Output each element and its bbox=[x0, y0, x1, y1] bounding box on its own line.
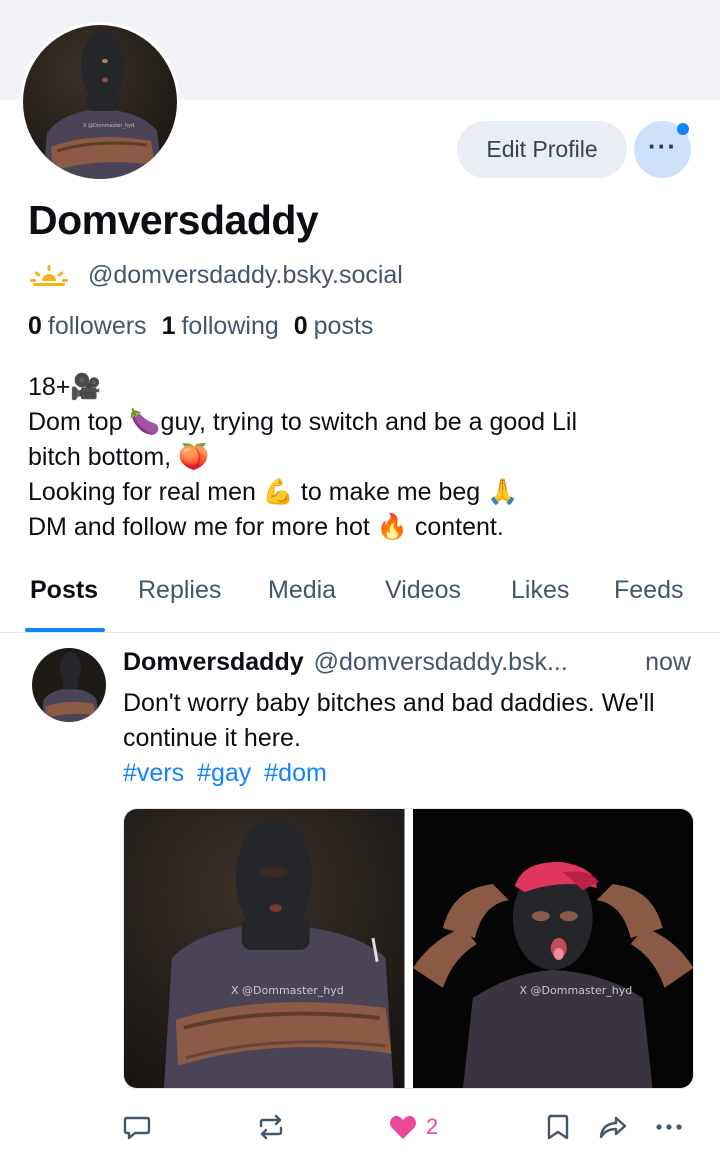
following-count: 1 bbox=[161, 312, 176, 340]
tab-videos[interactable]: Videos bbox=[385, 576, 461, 605]
profile-avatar[interactable]: X @Dommaster_hyd bbox=[20, 22, 180, 182]
hashtag-link[interactable]: #vers bbox=[123, 759, 184, 787]
notification-dot bbox=[677, 123, 689, 135]
followers-label: followers bbox=[47, 312, 147, 340]
more-icon bbox=[656, 1124, 682, 1130]
post-image[interactable]: X @Dommaster_hyd bbox=[412, 809, 693, 1088]
tab-likes[interactable]: Likes bbox=[511, 576, 569, 605]
post-text: Don't worry baby bitches and bad daddies… bbox=[123, 689, 655, 752]
reply-button[interactable] bbox=[122, 1105, 152, 1149]
tab-posts[interactable]: Posts bbox=[30, 576, 98, 605]
sun-icon bbox=[30, 265, 68, 289]
edit-profile-button[interactable]: Edit Profile bbox=[457, 121, 627, 178]
tab-media[interactable]: Media bbox=[268, 576, 336, 605]
profile-stats: 0 followers 1 following 0 posts bbox=[28, 312, 373, 341]
bio-line: bitch bottom, 🍑 bbox=[28, 443, 210, 471]
share-button[interactable] bbox=[597, 1105, 629, 1149]
post-handle[interactable]: @domversdaddy.bsk... bbox=[314, 648, 568, 677]
repost-icon bbox=[259, 1114, 283, 1140]
display-name: Domversdaddy bbox=[28, 197, 319, 243]
following-label: following bbox=[181, 312, 279, 340]
bio-line: DM and follow me for more hot 🔥 content. bbox=[28, 513, 504, 541]
post-avatar[interactable] bbox=[32, 648, 106, 722]
post-image[interactable]: X @Dommaster_hyd bbox=[124, 809, 405, 1088]
reply-icon bbox=[123, 1116, 151, 1140]
bio-line: Dom top 🍆guy, trying to switch and be a … bbox=[28, 408, 578, 436]
profile-more-button[interactable]: ··· bbox=[634, 121, 691, 178]
repost-button[interactable] bbox=[256, 1105, 286, 1149]
tab-feeds[interactable]: Feeds bbox=[614, 576, 683, 605]
bio-line: Looking for real men 💪 to make me beg 🙏 bbox=[28, 478, 519, 506]
post-media: X @Dommaster_hyd X @Dommaster_hyd bbox=[123, 808, 694, 1089]
bio-line: 18+🎥 bbox=[28, 373, 102, 401]
post-more-button[interactable] bbox=[654, 1105, 684, 1149]
profile-tabs: Posts Replies Media Videos Likes Feeds bbox=[0, 566, 720, 633]
post-actions: 2 bbox=[0, 1105, 720, 1149]
followers-link[interactable]: 0 followers bbox=[28, 312, 147, 341]
post-header: Domversdaddy @domversdaddy.bsk... now bbox=[123, 648, 703, 677]
posts-label: posts bbox=[313, 312, 374, 340]
post-author[interactable]: Domversdaddy bbox=[123, 648, 304, 677]
posts-count: 0 bbox=[293, 312, 308, 340]
bookmark-icon bbox=[547, 1114, 569, 1140]
image-watermark: X @Dommaster_hyd bbox=[519, 984, 633, 997]
active-tab-indicator bbox=[25, 628, 105, 632]
image-watermark: X @Dommaster_hyd bbox=[231, 984, 344, 997]
like-button[interactable]: 2 bbox=[388, 1105, 438, 1149]
profile-bio: 18+🎥 Dom top 🍆guy, trying to switch and … bbox=[28, 370, 698, 545]
like-count: 2 bbox=[426, 1114, 439, 1139]
post-timestamp[interactable]: now bbox=[645, 648, 703, 677]
posts-stat: 0 posts bbox=[294, 312, 374, 341]
profile-handle: @domversdaddy.bsky.social bbox=[88, 260, 403, 289]
post-hashtags: #vers #gay #dom bbox=[123, 756, 333, 791]
hashtag-link[interactable]: #gay bbox=[197, 759, 251, 787]
hashtag-link[interactable]: #dom bbox=[264, 759, 327, 787]
heart-icon bbox=[390, 1115, 416, 1139]
followers-count: 0 bbox=[28, 312, 42, 340]
following-link[interactable]: 1 following bbox=[162, 312, 279, 341]
handle-row: @domversdaddy.bsky.social bbox=[30, 258, 403, 292]
more-icon: ··· bbox=[648, 130, 677, 161]
tab-replies[interactable]: Replies bbox=[138, 576, 221, 605]
svg-text:X @Dommaster_hyd: X @Dommaster_hyd bbox=[83, 123, 134, 129]
bookmark-button[interactable] bbox=[543, 1105, 573, 1149]
share-icon bbox=[599, 1116, 627, 1139]
